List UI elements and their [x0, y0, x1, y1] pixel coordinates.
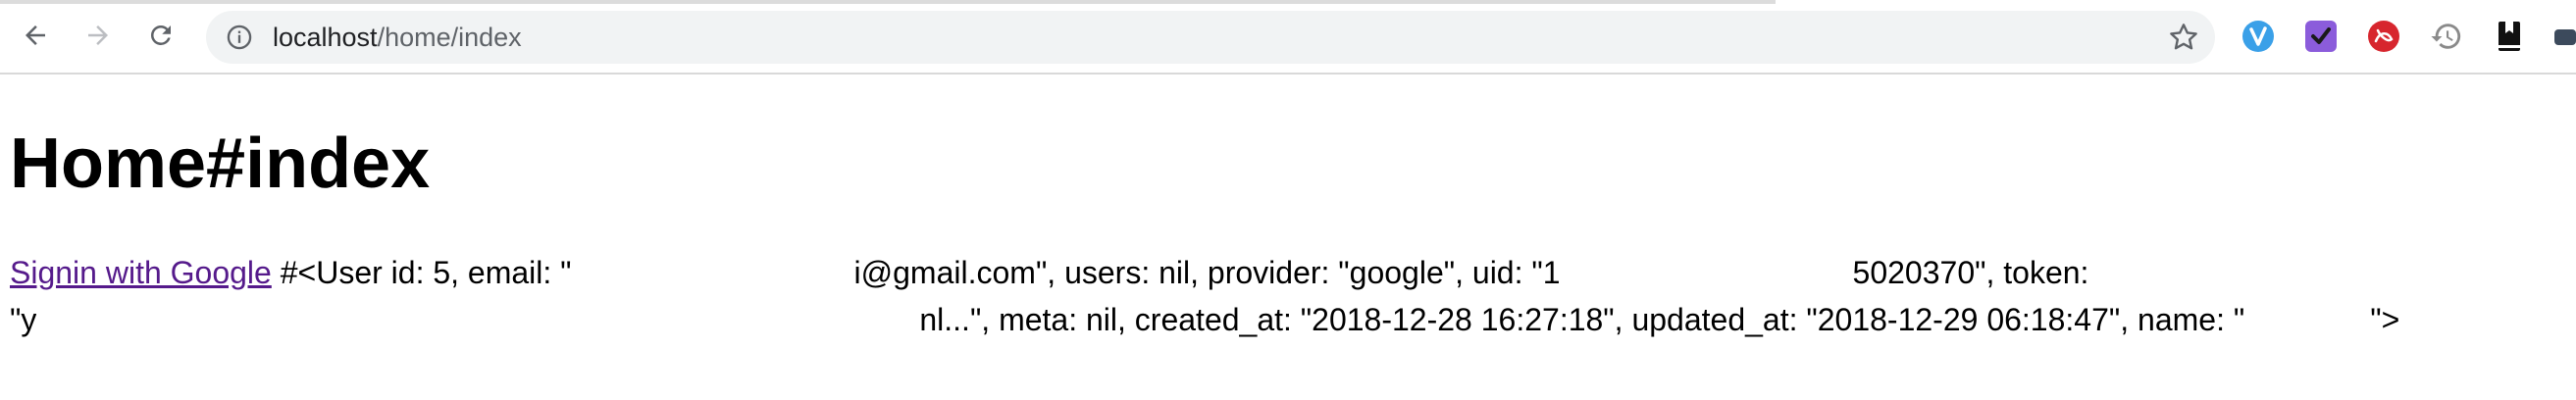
- redacted-token: [36, 302, 920, 342]
- browser-toolbar: localhost/home/index: [0, 0, 2576, 75]
- user-dump-seg2: i@gmail.com", users: nil, provider: "goo…: [853, 255, 1561, 290]
- extension-bookmark-icon[interactable]: [2492, 19, 2527, 54]
- redacted-uid: [1560, 255, 1853, 295]
- user-dump-line-2: "y nl...", meta: nil, created_at: "2018-1…: [10, 298, 2399, 342]
- reload-button[interactable]: [139, 14, 182, 57]
- redacted-name: [2244, 302, 2371, 342]
- back-button[interactable]: [14, 14, 57, 57]
- address-bar[interactable]: localhost/home/index: [206, 11, 2215, 64]
- extension-acrobat-icon[interactable]: [2366, 19, 2401, 54]
- extension-checkbox-icon[interactable]: [2303, 19, 2339, 54]
- extension-v-icon[interactable]: [2241, 19, 2276, 54]
- tab-strip-edge: [0, 0, 1776, 4]
- forward-button[interactable]: [77, 14, 120, 57]
- user-dump-seg3: 5020370", token:: [1852, 255, 2089, 290]
- url-path: /home/index: [377, 23, 522, 52]
- page-heading: Home#index: [10, 125, 431, 203]
- bookmark-star-icon[interactable]: [2168, 22, 2199, 53]
- reload-icon: [150, 25, 171, 45]
- signin-google-link[interactable]: Signin with Google: [10, 255, 272, 290]
- url-host: localhost: [273, 23, 378, 52]
- user-dump-seg1: #<User id: 5, email: ": [271, 255, 572, 290]
- info-icon[interactable]: [226, 24, 253, 51]
- forward-arrow-icon: [88, 25, 108, 45]
- user-dump-seg4: "y: [10, 302, 37, 337]
- extension-history-icon[interactable]: [2429, 19, 2464, 54]
- url-text[interactable]: localhost/home/index: [273, 11, 522, 64]
- extension-overflow-icon[interactable]: [2549, 19, 2576, 54]
- redacted-email: [571, 255, 854, 295]
- user-dump-seg6: ">: [2370, 302, 2400, 337]
- user-dump-seg5: nl...", meta: nil, created_at: "2018-12-…: [919, 302, 2245, 337]
- user-dump-line-1: Signin with Google #<User id: 5, email: …: [10, 251, 2088, 295]
- back-arrow-icon: [26, 25, 45, 45]
